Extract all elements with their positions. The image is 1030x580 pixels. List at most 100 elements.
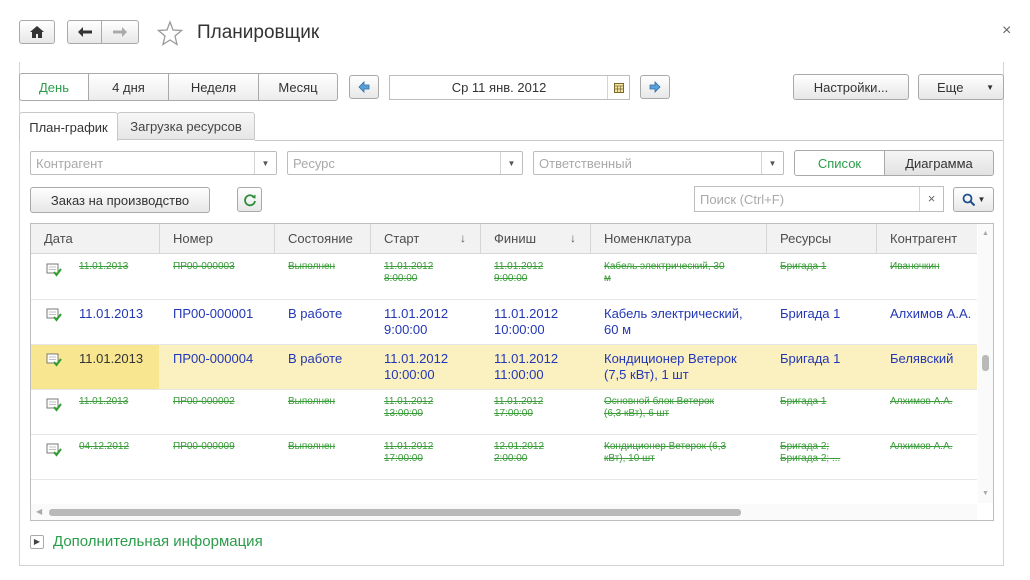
- cell-status: Выполнен: [288, 441, 336, 452]
- cell-resources: Бригада 1: [780, 261, 827, 272]
- next-date-button[interactable]: [640, 75, 670, 99]
- col-status[interactable]: Состояние: [275, 224, 371, 254]
- scroll-up-icon[interactable]: ▲: [982, 230, 989, 237]
- view-list-button[interactable]: Список: [794, 150, 885, 176]
- clear-icon[interactable]: ×: [919, 187, 943, 211]
- cell-status: В работе: [288, 306, 343, 321]
- table-header: Дата Номер Состояние Старт ↓ Финиш ↓ Номен…: [31, 224, 977, 254]
- document-posted-icon: [46, 263, 62, 277]
- cell-status: Выполнен: [288, 396, 336, 407]
- scroll-left-icon[interactable]: ◀: [36, 507, 42, 516]
- date-value: Ср 11 янв. 2012: [451, 80, 547, 95]
- more-button[interactable]: Еще ▼: [918, 74, 1004, 100]
- favorite-button[interactable]: [156, 20, 184, 46]
- tab-schedule[interactable]: План-график: [19, 112, 118, 141]
- period-tab-month[interactable]: Месяц: [258, 73, 338, 101]
- back-arrow-icon: [77, 27, 92, 37]
- horizontal-scrollbar[interactable]: ◀: [31, 504, 977, 520]
- cell-status: Выполнен: [288, 261, 336, 272]
- cell-nomenclature: Кабель электрический, 60 м: [604, 306, 743, 337]
- tab-divider: [255, 140, 1003, 141]
- cell-date: 11.01.2013: [79, 261, 129, 272]
- vertical-scrollbar[interactable]: ▲ ▼: [978, 224, 993, 503]
- table-row[interactable]: 11.01.2013 ПР00-000003 Выполнен 11.01.2012 …: [31, 255, 977, 300]
- cell-date: 04.12.2012: [79, 441, 130, 452]
- cell-number: ПР00-000004: [173, 351, 254, 366]
- cell-start: 11.01.2012 13:00:00: [384, 396, 434, 419]
- back-button[interactable]: [67, 20, 102, 44]
- cell-finish: 11.01.2012 10:00:00: [494, 306, 559, 337]
- cell-resources: Бригада 2; Бригада 2; ...: [780, 441, 841, 464]
- table-row[interactable]: 04.12.2012 ПР00-000009 Выполнен 11.01.2012 …: [31, 435, 977, 480]
- table-row[interactable]: 11.01.2013 ПР00-000002 Выполнен 11.01.2012 …: [31, 390, 977, 435]
- chevron-down-icon: ▼: [977, 195, 986, 204]
- table-row[interactable]: 11.01.2013 ПР00-000001 В работе 11.01.2012 …: [31, 300, 977, 345]
- cell-counterparty: Алхимов А.А.: [890, 441, 953, 452]
- cell-finish: 11.01.2012 17:00:00: [494, 396, 544, 419]
- cell-counterparty: Алхимов А.А.: [890, 396, 953, 407]
- cell-resources: Бригада 1: [780, 351, 841, 366]
- calendar-icon[interactable]: [607, 76, 629, 99]
- cell-counterparty: Алхимов А.А.: [890, 306, 972, 321]
- cell-start: 11.01.2012 17:00:00: [384, 441, 434, 464]
- settings-button[interactable]: Настройки...: [793, 74, 909, 100]
- col-nomenclature[interactable]: Номенклатура: [591, 224, 767, 254]
- cell-status: В работе: [288, 351, 343, 366]
- cell-number: ПР00-000009: [173, 441, 235, 452]
- period-tab-week[interactable]: Неделя: [168, 73, 259, 101]
- refresh-icon: [243, 193, 256, 206]
- cell-date: 11.01.2013: [79, 351, 144, 366]
- period-tab-day[interactable]: День: [19, 73, 89, 101]
- forward-button[interactable]: [101, 20, 139, 44]
- cell-nomenclature: Кабель электрический, 30 м: [604, 261, 725, 284]
- col-resources[interactable]: Ресурсы: [767, 224, 877, 254]
- home-button[interactable]: [19, 20, 55, 44]
- cell-nomenclature: Основной блок Ветерок (6,3 кВт), 6 шт: [604, 396, 714, 419]
- cell-start: 11.01.2012 10:00:00: [384, 351, 449, 382]
- scrollbar-thumb[interactable]: [49, 509, 741, 516]
- cell-finish: 11.01.2012 9:00:00: [494, 261, 544, 284]
- cell-finish: 12.01.2012 2:00:00: [494, 441, 545, 464]
- date-field[interactable]: Ср 11 янв. 2012: [389, 75, 630, 100]
- chevron-down-icon[interactable]: ▼: [254, 152, 276, 174]
- chevron-down-icon[interactable]: ▼: [500, 152, 522, 174]
- cell-resources: Бригада 1: [780, 306, 841, 321]
- scroll-down-icon[interactable]: ▼: [982, 490, 989, 497]
- cell-counterparty: Белявский: [890, 351, 954, 366]
- col-date[interactable]: Дата: [31, 224, 160, 254]
- period-tab-4days[interactable]: 4 дня: [88, 73, 169, 101]
- search-input[interactable]: Поиск (Ctrl+F) ×: [694, 186, 944, 212]
- refresh-button[interactable]: [237, 187, 262, 212]
- arrow-left-icon: [358, 81, 370, 93]
- table-row[interactable]: 11.01.2013 ПР00-000004 В работе 11.01.2012 …: [31, 345, 977, 390]
- arrow-right-icon: [649, 81, 661, 93]
- search-icon: [962, 193, 975, 206]
- col-start[interactable]: Старт ↓: [371, 224, 481, 254]
- counterparty-filter[interactable]: Контрагент ▼: [30, 151, 277, 175]
- scrollbar-thumb[interactable]: [982, 355, 989, 371]
- more-info-toggle[interactable]: ▶ Дополнительная информация: [30, 533, 263, 550]
- more-info-label: Дополнительная информация: [53, 533, 263, 550]
- cell-start: 11.01.2012 8:00:00: [384, 261, 434, 284]
- cell-finish: 11.01.2012 11:00:00: [494, 351, 559, 382]
- home-icon: [30, 26, 44, 38]
- document-posted-icon: [46, 353, 62, 367]
- col-number[interactable]: Номер: [160, 224, 275, 254]
- prev-date-button[interactable]: [349, 75, 379, 99]
- col-finish[interactable]: Финиш ↓: [481, 224, 591, 254]
- forward-arrow-icon: [113, 27, 127, 37]
- page-title: Планировщик: [197, 22, 320, 43]
- expand-icon[interactable]: ▶: [30, 534, 44, 549]
- col-counterparty[interactable]: Контрагент: [877, 224, 977, 254]
- sort-down-icon: ↓: [570, 231, 576, 245]
- create-order-button[interactable]: Заказ на производство: [30, 187, 210, 213]
- close-icon[interactable]: ×: [1002, 22, 1011, 40]
- resource-filter[interactable]: Ресурс ▼: [287, 151, 523, 175]
- chevron-down-icon[interactable]: ▼: [761, 152, 783, 174]
- sort-down-icon: ↓: [460, 231, 466, 245]
- responsible-filter[interactable]: Ответственный ▼: [533, 151, 784, 175]
- search-options-button[interactable]: ▼: [953, 187, 994, 212]
- tab-resource-load[interactable]: Загрузка ресурсов: [117, 112, 255, 140]
- cell-date: 11.01.2013: [79, 306, 144, 321]
- view-diagram-button[interactable]: Диаграмма: [884, 150, 994, 176]
